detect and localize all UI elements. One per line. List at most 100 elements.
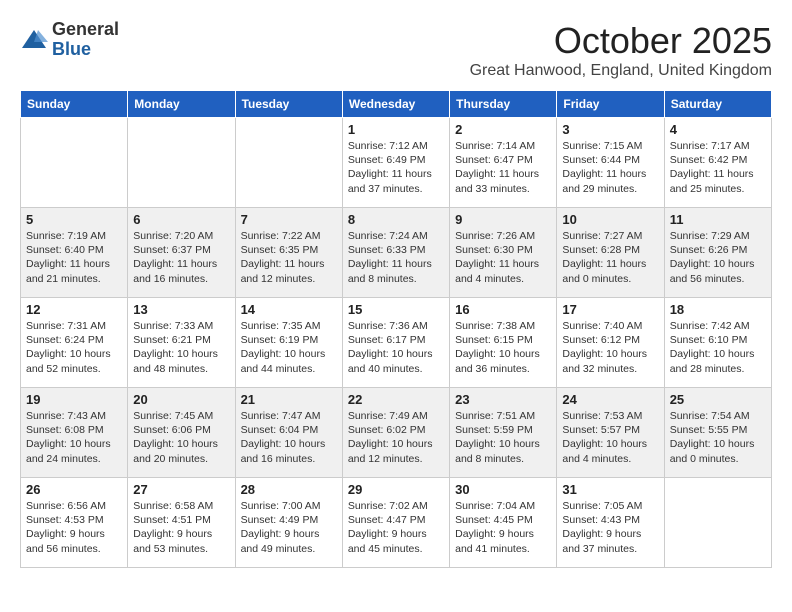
day-info: Sunrise: 7:05 AM Sunset: 4:43 PM Dayligh… [562, 499, 658, 556]
calendar-cell [21, 118, 128, 208]
calendar-cell [128, 118, 235, 208]
calendar-cell: 6 Sunrise: 7:20 AM Sunset: 6:37 PM Daylig… [128, 208, 235, 298]
calendar-cell: 18Sunrise: 7:42 AM Sunset: 6:10 PM Dayli… [664, 298, 771, 388]
day-info: Sunrise: 7:47 AM Sunset: 6:04 PM Dayligh… [241, 409, 337, 466]
calendar-cell: 15Sunrise: 7:36 AM Sunset: 6:17 PM Dayli… [342, 298, 449, 388]
day-info: Sunrise: 7:53 AM Sunset: 5:57 PM Dayligh… [562, 409, 658, 466]
day-number: 17 [562, 302, 658, 317]
day-number: 5 [26, 212, 122, 227]
day-number: 26 [26, 482, 122, 497]
location-title: Great Hanwood, England, United Kingdom [470, 62, 772, 80]
day-number: 24 [562, 392, 658, 407]
day-number: 6 [133, 212, 229, 227]
calendar-cell: 30 Sunrise: 7:04 AM Sunset: 4:45 PM Dayli… [450, 478, 557, 568]
day-info: Sunrise: 7:40 AM Sunset: 6:12 PM Dayligh… [562, 319, 658, 376]
day-info: Sunrise: 7:14 AM Sunset: 6:47 PM Dayligh… [455, 139, 551, 196]
day-info: Sunrise: 7:38 AM Sunset: 6:15 PM Dayligh… [455, 319, 551, 376]
calendar-week-row: 26 Sunrise: 6:56 AM Sunset: 4:53 PM Dayli… [21, 478, 772, 568]
day-info: Sunrise: 7:45 AM Sunset: 6:06 PM Dayligh… [133, 409, 229, 466]
day-info: Sunrise: 7:27 AM Sunset: 6:28 PM Dayligh… [562, 229, 658, 286]
calendar-cell [235, 118, 342, 208]
calendar-cell: 19 Sunrise: 7:43 AM Sunset: 6:08 PM Dayli… [21, 388, 128, 478]
day-number: 19 [26, 392, 122, 407]
day-info: Sunrise: 7:43 AM Sunset: 6:08 PM Dayligh… [26, 409, 122, 466]
logo: General Blue [20, 20, 119, 60]
calendar-cell: 31 Sunrise: 7:05 AM Sunset: 4:43 PM Dayli… [557, 478, 664, 568]
day-info: Sunrise: 7:20 AM Sunset: 6:37 PM Dayligh… [133, 229, 229, 286]
day-number: 11 [670, 212, 766, 227]
calendar-cell: 21 Sunrise: 7:47 AM Sunset: 6:04 PM Dayli… [235, 388, 342, 478]
calendar-week-row: 5 Sunrise: 7:19 AM Sunset: 6:40 PM Daylig… [21, 208, 772, 298]
day-number: 20 [133, 392, 229, 407]
calendar-cell: 7Sunrise: 7:22 AM Sunset: 6:35 PM Daylig… [235, 208, 342, 298]
calendar-cell: 1 Sunrise: 7:12 AM Sunset: 6:49 PM Daylig… [342, 118, 449, 208]
calendar-cell: 11 Sunrise: 7:29 AM Sunset: 6:26 PM Dayli… [664, 208, 771, 298]
calendar-cell: 9Sunrise: 7:26 AM Sunset: 6:30 PM Daylig… [450, 208, 557, 298]
weekday-header: Tuesday [235, 91, 342, 118]
day-number: 31 [562, 482, 658, 497]
calendar-cell: 5 Sunrise: 7:19 AM Sunset: 6:40 PM Daylig… [21, 208, 128, 298]
calendar-cell: 23 Sunrise: 7:51 AM Sunset: 5:59 PM Dayli… [450, 388, 557, 478]
calendar-cell: 25Sunrise: 7:54 AM Sunset: 5:55 PM Dayli… [664, 388, 771, 478]
day-info: Sunrise: 7:24 AM Sunset: 6:33 PM Dayligh… [348, 229, 444, 286]
day-number: 30 [455, 482, 551, 497]
calendar-cell: 24 Sunrise: 7:53 AM Sunset: 5:57 PM Dayli… [557, 388, 664, 478]
calendar-week-row: 19 Sunrise: 7:43 AM Sunset: 6:08 PM Dayli… [21, 388, 772, 478]
calendar-week-row: 1 Sunrise: 7:12 AM Sunset: 6:49 PM Daylig… [21, 118, 772, 208]
day-number: 27 [133, 482, 229, 497]
calendar-cell: 20 Sunrise: 7:45 AM Sunset: 6:06 PM Dayli… [128, 388, 235, 478]
weekday-header: Sunday [21, 91, 128, 118]
calendar-cell: 8 Sunrise: 7:24 AM Sunset: 6:33 PM Daylig… [342, 208, 449, 298]
day-info: Sunrise: 7:49 AM Sunset: 6:02 PM Dayligh… [348, 409, 444, 466]
calendar-cell: 2 Sunrise: 7:14 AM Sunset: 6:47 PM Daylig… [450, 118, 557, 208]
day-info: Sunrise: 7:02 AM Sunset: 4:47 PM Dayligh… [348, 499, 444, 556]
day-number: 8 [348, 212, 444, 227]
day-number: 4 [670, 122, 766, 137]
day-info: Sunrise: 7:17 AM Sunset: 6:42 PM Dayligh… [670, 139, 766, 196]
day-info: Sunrise: 7:36 AM Sunset: 6:17 PM Dayligh… [348, 319, 444, 376]
title-block: October 2025 Great Hanwood, England, Uni… [470, 20, 772, 80]
day-info: Sunrise: 6:56 AM Sunset: 4:53 PM Dayligh… [26, 499, 122, 556]
day-number: 14 [241, 302, 337, 317]
logo-icon [20, 26, 48, 54]
day-info: Sunrise: 7:04 AM Sunset: 4:45 PM Dayligh… [455, 499, 551, 556]
weekday-header: Wednesday [342, 91, 449, 118]
calendar-week-row: 12Sunrise: 7:31 AM Sunset: 6:24 PM Dayli… [21, 298, 772, 388]
day-number: 23 [455, 392, 551, 407]
day-info: Sunrise: 7:00 AM Sunset: 4:49 PM Dayligh… [241, 499, 337, 556]
day-info: Sunrise: 7:12 AM Sunset: 6:49 PM Dayligh… [348, 139, 444, 196]
page-header: General Blue October 2025 Great Hanwood,… [20, 20, 772, 80]
calendar-table: SundayMondayTuesdayWednesdayThursdayFrid… [20, 90, 772, 568]
calendar-cell: 4 Sunrise: 7:17 AM Sunset: 6:42 PM Daylig… [664, 118, 771, 208]
day-info: Sunrise: 7:35 AM Sunset: 6:19 PM Dayligh… [241, 319, 337, 376]
day-info: Sunrise: 7:29 AM Sunset: 6:26 PM Dayligh… [670, 229, 766, 286]
day-info: Sunrise: 6:58 AM Sunset: 4:51 PM Dayligh… [133, 499, 229, 556]
logo-text: General Blue [52, 20, 119, 60]
day-number: 1 [348, 122, 444, 137]
day-info: Sunrise: 7:19 AM Sunset: 6:40 PM Dayligh… [26, 229, 122, 286]
day-number: 10 [562, 212, 658, 227]
logo-general: General [52, 20, 119, 40]
day-number: 21 [241, 392, 337, 407]
day-number: 28 [241, 482, 337, 497]
calendar-cell: 16 Sunrise: 7:38 AM Sunset: 6:15 PM Dayli… [450, 298, 557, 388]
calendar-cell: 10 Sunrise: 7:27 AM Sunset: 6:28 PM Dayli… [557, 208, 664, 298]
day-number: 16 [455, 302, 551, 317]
day-info: Sunrise: 7:22 AM Sunset: 6:35 PM Dayligh… [241, 229, 337, 286]
calendar-cell: 17 Sunrise: 7:40 AM Sunset: 6:12 PM Dayli… [557, 298, 664, 388]
day-info: Sunrise: 7:15 AM Sunset: 6:44 PM Dayligh… [562, 139, 658, 196]
day-info: Sunrise: 7:26 AM Sunset: 6:30 PM Dayligh… [455, 229, 551, 286]
calendar-cell: 26 Sunrise: 6:56 AM Sunset: 4:53 PM Dayli… [21, 478, 128, 568]
day-number: 13 [133, 302, 229, 317]
logo-blue: Blue [52, 40, 119, 60]
day-number: 18 [670, 302, 766, 317]
day-number: 3 [562, 122, 658, 137]
day-info: Sunrise: 7:54 AM Sunset: 5:55 PM Dayligh… [670, 409, 766, 466]
calendar-cell: 29 Sunrise: 7:02 AM Sunset: 4:47 PM Dayli… [342, 478, 449, 568]
day-info: Sunrise: 7:31 AM Sunset: 6:24 PM Dayligh… [26, 319, 122, 376]
day-info: Sunrise: 7:51 AM Sunset: 5:59 PM Dayligh… [455, 409, 551, 466]
day-number: 29 [348, 482, 444, 497]
day-number: 2 [455, 122, 551, 137]
weekday-header: Thursday [450, 91, 557, 118]
weekday-header: Friday [557, 91, 664, 118]
